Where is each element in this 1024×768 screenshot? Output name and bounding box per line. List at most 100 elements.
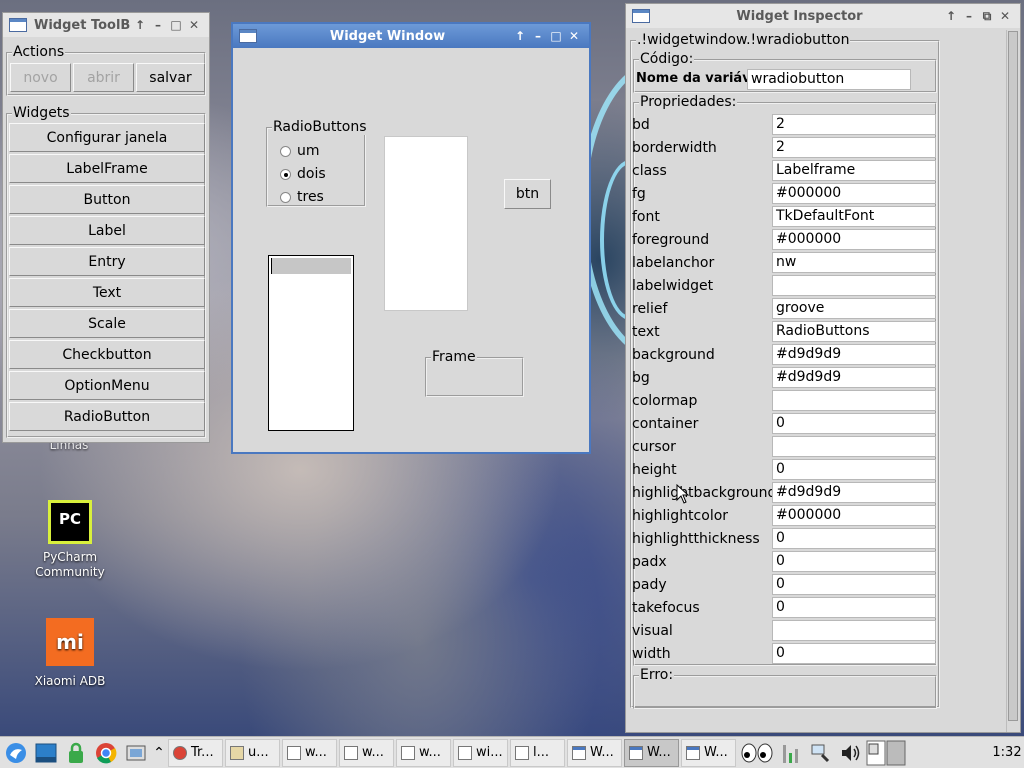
prop-value-entry-9[interactable]: RadioButtons (772, 321, 936, 342)
minimize-icon[interactable]: – (960, 9, 978, 23)
widget-button-labelframe[interactable]: LabelFrame (9, 154, 205, 183)
pin-icon[interactable]: ↑ (942, 9, 960, 23)
prop-value-entry-6[interactable]: nw (772, 252, 936, 273)
task-button[interactable]: w... (339, 738, 394, 767)
task-button[interactable]: W... (567, 738, 622, 767)
chrome-icon (173, 745, 187, 760)
task-button[interactable]: wi... (453, 738, 508, 767)
var-name-entry[interactable]: wradiobutton (747, 69, 911, 90)
prop-label-15: height (632, 462, 677, 478)
mouse-cursor-icon (676, 484, 690, 504)
eyes-icon[interactable] (738, 739, 776, 767)
toolbox-titlebar[interactable]: Widget ToolBo ↑ – □ ✕ (3, 13, 209, 37)
network-icon[interactable] (806, 739, 834, 767)
show-desktop-icon[interactable] (32, 739, 60, 767)
prop-value-entry-12[interactable] (772, 390, 936, 411)
chrome-icon[interactable] (92, 739, 120, 767)
prop-value-entry-11[interactable]: #d9d9d9 (772, 367, 936, 388)
widget-button-label[interactable]: Label (9, 216, 205, 245)
cpu-monitor-icon[interactable] (778, 739, 804, 767)
minimize-icon[interactable]: – (529, 29, 547, 43)
prop-value-entry-10[interactable]: #d9d9d9 (772, 344, 936, 365)
inspector-scrollbar[interactable] (1006, 30, 1018, 732)
close-icon[interactable]: ✕ (185, 18, 203, 32)
btn-button[interactable]: btn (504, 179, 551, 209)
widgets-legend: Widgets (12, 105, 71, 121)
pin-icon[interactable]: ↑ (131, 18, 149, 32)
salvar-button[interactable]: salvar (136, 63, 205, 92)
window-icon (239, 29, 257, 43)
menu-icon[interactable] (2, 739, 30, 767)
widget-button-scale[interactable]: Scale (9, 309, 205, 338)
screenshot-icon[interactable] (122, 739, 150, 767)
prop-value-entry-22[interactable] (772, 620, 936, 641)
prop-value-entry-21[interactable]: 0 (772, 597, 936, 618)
python-icon (344, 745, 358, 760)
widget-button-button[interactable]: Button (9, 185, 205, 214)
radiobuttons-frame[interactable]: RadioButtons um dois tres (266, 119, 368, 207)
prop-value-entry-1[interactable]: 2 (772, 137, 936, 158)
widget-button-text[interactable]: Text (9, 278, 205, 307)
prop-value-entry-4[interactable]: TkDefaultFont (772, 206, 936, 227)
lock-icon[interactable] (62, 739, 90, 767)
prop-value-entry-19[interactable]: 0 (772, 551, 936, 572)
radio-tres[interactable]: tres (280, 189, 324, 205)
prop-value-entry-15[interactable]: 0 (772, 459, 936, 480)
abrir-button[interactable]: abrir (73, 63, 134, 92)
prop-value-entry-0[interactable]: 2 (772, 114, 936, 135)
novo-button[interactable]: novo (10, 63, 71, 92)
pin-icon[interactable]: ↑ (511, 29, 529, 43)
maximize-icon[interactable]: □ (547, 29, 565, 43)
desktop-icon-pycharm[interactable]: PC PyCharm Community (25, 500, 115, 580)
widget-window-titlebar[interactable]: Widget Window ↑ – □ ✕ (233, 24, 589, 48)
task-button[interactable]: Tr... (168, 738, 223, 767)
prop-label-8: relief (632, 301, 668, 317)
widget-button-radiobutton[interactable]: RadioButton (9, 402, 205, 431)
close-icon[interactable]: ✕ (565, 29, 583, 43)
prop-value-entry-17[interactable]: #000000 (772, 505, 936, 526)
prop-value-entry-7[interactable] (772, 275, 936, 296)
inspector-titlebar[interactable]: Widget Inspector ↑ – ⧉ ✕ (626, 4, 1020, 28)
prop-label-4: font (632, 209, 660, 225)
prop-value-entry-5[interactable]: #000000 (772, 229, 936, 250)
chevron-up-icon[interactable]: ⌃ (152, 739, 166, 767)
task-button[interactable]: u... (225, 738, 280, 767)
prop-value-entry-14[interactable] (772, 436, 936, 457)
scrollbar-thumb[interactable] (1008, 31, 1018, 721)
maximize-icon[interactable]: □ (167, 18, 185, 32)
widget-button-checkbutton[interactable]: Checkbutton (9, 340, 205, 369)
task-button-active[interactable]: W... (624, 738, 679, 767)
workspace-switcher[interactable] (866, 739, 906, 767)
prop-value-entry-23[interactable]: 0 (772, 643, 936, 664)
minimize-icon[interactable]: – (149, 18, 167, 32)
prop-label-5: foreground (632, 232, 710, 248)
prop-value-entry-3[interactable]: #000000 (772, 183, 936, 204)
task-button[interactable]: w... (396, 738, 451, 767)
radio-dois[interactable]: dois (280, 166, 326, 182)
prop-value-entry-2[interactable]: Labelframe (772, 160, 936, 181)
var-name-label: Nome da variável (636, 71, 764, 86)
task-button[interactable]: W... (681, 738, 736, 767)
clock[interactable]: 1:32 (990, 745, 1024, 760)
text-widget[interactable] (384, 136, 468, 311)
task-button[interactable]: w... (282, 738, 337, 767)
volume-icon[interactable] (836, 739, 864, 767)
widget-button-configurar-janela[interactable]: Configurar janela (9, 123, 205, 152)
close-icon[interactable]: ✕ (996, 9, 1014, 23)
widget-button-optionmenu[interactable]: OptionMenu (9, 371, 205, 400)
prop-value-entry-18[interactable]: 0 (772, 528, 936, 549)
prop-value-entry-13[interactable]: 0 (772, 413, 936, 434)
error-frame: Erro: (633, 667, 937, 709)
listbox-widget[interactable] (268, 255, 354, 431)
inspector-window: Widget Inspector ↑ – ⧉ ✕ .!widgetwindow.… (625, 3, 1021, 733)
listbox-selected-row[interactable] (271, 258, 351, 274)
prop-value-entry-20[interactable]: 0 (772, 574, 936, 595)
widget-button-entry[interactable]: Entry (9, 247, 205, 276)
frame-widget[interactable]: Frame (425, 349, 524, 397)
prop-value-entry-16[interactable]: #d9d9d9 (772, 482, 936, 503)
prop-value-entry-8[interactable]: groove (772, 298, 936, 319)
radio-um[interactable]: um (280, 143, 320, 159)
task-button[interactable]: l... (510, 738, 565, 767)
desktop-icon-xiaomi[interactable]: mi Xiaomi ADB (25, 618, 115, 689)
restore-icon[interactable]: ⧉ (978, 9, 996, 24)
